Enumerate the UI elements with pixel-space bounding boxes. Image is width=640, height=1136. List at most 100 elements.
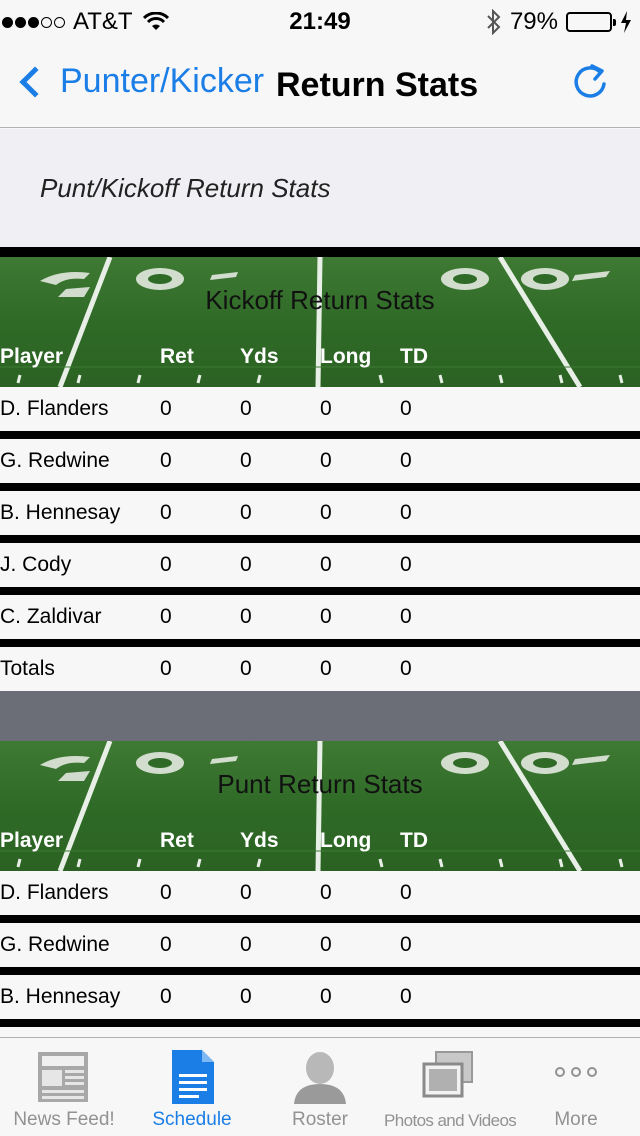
- table-title: Kickoff Return Stats: [205, 285, 435, 315]
- ret-value: 0: [160, 449, 172, 472]
- document-icon: [172, 1050, 214, 1104]
- yds-value: 0: [240, 933, 252, 956]
- col-yds: Yds: [240, 829, 279, 852]
- col-yds: Yds: [240, 345, 279, 368]
- ret-value: 0: [160, 501, 172, 524]
- table-row[interactable]: D. Flanders 0 0 0 0: [0, 871, 640, 915]
- tab-label: More: [554, 1109, 598, 1130]
- back-chevron-icon: [19, 65, 51, 98]
- col-player: Player: [0, 345, 64, 368]
- tab-more[interactable]: More: [512, 1038, 640, 1136]
- punt-rows: D. Flanders 0 0 0 0 G. Redwine 0 0 0 0 B. Hennesay…: [0, 871, 640, 1037]
- yds-value: 0: [240, 397, 252, 420]
- section-header: Punt/Kickoff Return Stats: [40, 173, 331, 203]
- long-value: 0: [320, 657, 332, 680]
- col-ret: Ret: [160, 345, 194, 368]
- player-name: C. Zaldivar: [0, 605, 102, 628]
- ret-value: 0: [160, 605, 172, 628]
- long-value: 0: [320, 501, 332, 524]
- long-value: 0: [320, 985, 332, 1008]
- page-title: Return Stats: [276, 66, 479, 104]
- punt-table: Punt Return Stats Player Ret Yds Long TD…: [0, 741, 640, 1037]
- td-value: 0: [400, 881, 412, 904]
- td-value: 0: [400, 501, 412, 524]
- ret-value: 0: [160, 657, 172, 680]
- yds-value: 0: [240, 881, 252, 904]
- td-value: 0: [400, 933, 412, 956]
- ret-value: 0: [160, 553, 172, 576]
- ret-value: 0: [160, 397, 172, 420]
- col-long: Long: [320, 829, 372, 852]
- tab-news-feed[interactable]: News Feed!: [0, 1038, 128, 1136]
- td-value: 0: [400, 605, 412, 628]
- td-value: 0: [400, 449, 412, 472]
- status-bar: AT&T 21:49 79%: [0, 0, 640, 40]
- ret-value: 0: [160, 985, 172, 1008]
- ret-value: 0: [160, 933, 172, 956]
- col-long: Long: [320, 345, 372, 368]
- yds-value: 0: [240, 449, 252, 472]
- tab-schedule[interactable]: Schedule: [128, 1038, 256, 1136]
- refresh-icon[interactable]: [570, 62, 610, 102]
- table-row[interactable]: D. Flanders 0 0 0 0: [0, 387, 640, 431]
- long-value: 0: [320, 449, 332, 472]
- player-name: B. Hennesay: [0, 501, 121, 524]
- back-label: Punter/Kicker: [60, 62, 265, 100]
- battery-icon: [566, 12, 616, 32]
- battery-percent: 79%: [509, 8, 558, 35]
- td-value: 0: [400, 553, 412, 576]
- person-icon: [294, 1052, 346, 1104]
- table-row[interactable]: J. Cody0000: [0, 1027, 640, 1037]
- table-row[interactable]: B. Hennesay 0 0 0 0: [0, 975, 640, 1019]
- player-name: B. Hennesay: [0, 985, 121, 1008]
- navigation-bar: Punter/Kicker Return Stats: [0, 40, 640, 128]
- content-scroll[interactable]: Punt/Kickoff Return Stats Kickoff Return…: [0, 129, 640, 1037]
- table-row[interactable]: J. Cody 0 0 0 0: [0, 543, 640, 587]
- photos-icon: [422, 1051, 473, 1098]
- column-headers: Player Ret Yds Long TD: [0, 829, 640, 859]
- kickoff-rows: D. Flanders 0 0 0 0 G. Redwine 0 0 0 0 B. Hennesay…: [0, 387, 640, 691]
- tab-label: Roster: [292, 1109, 348, 1130]
- table-row[interactable]: Totals 0 0 0 0: [0, 647, 640, 691]
- player-name: G. Redwine: [0, 449, 110, 472]
- status-right: 79%: [486, 8, 632, 36]
- tab-photos-videos[interactable]: Photos and Videos: [384, 1038, 517, 1136]
- player-name: Totals: [0, 657, 55, 680]
- field-header: Kickoff Return Stats Player Ret Yds Long…: [0, 257, 640, 387]
- tab-label: Schedule: [152, 1109, 232, 1130]
- table-top-border: [0, 247, 640, 257]
- tab-bar: News Feed! Schedule Roster Photos and Vi…: [0, 1037, 640, 1136]
- long-value: 0: [320, 881, 332, 904]
- table-row[interactable]: B. Hennesay 0 0 0 0: [0, 491, 640, 535]
- long-value: 0: [320, 933, 332, 956]
- tab-label: News Feed!: [13, 1109, 115, 1130]
- table-row[interactable]: C. Zaldivar 0 0 0 0: [0, 595, 640, 639]
- player-name: G. Redwine: [0, 933, 110, 956]
- table-row[interactable]: G. Redwine 0 0 0 0: [0, 923, 640, 967]
- yds-value: 0: [240, 985, 252, 1008]
- charging-icon: [621, 11, 631, 33]
- td-value: 0: [400, 657, 412, 680]
- col-td: TD: [400, 345, 428, 368]
- long-value: 0: [320, 553, 332, 576]
- td-value: 0: [400, 985, 412, 1008]
- table-title: Punt Return Stats: [217, 769, 423, 799]
- tab-roster[interactable]: Roster: [256, 1038, 384, 1136]
- player-name: D. Flanders: [0, 881, 109, 904]
- yds-value: 0: [240, 605, 252, 628]
- field-header: Punt Return Stats Player Ret Yds Long TD: [0, 741, 640, 871]
- col-player: Player: [0, 829, 64, 852]
- kickoff-table: Kickoff Return Stats Player Ret Yds Long…: [0, 247, 640, 691]
- player-name: J. Cody: [0, 553, 72, 576]
- yds-value: 0: [240, 501, 252, 524]
- long-value: 0: [320, 397, 332, 420]
- td-value: 0: [400, 397, 412, 420]
- table-row[interactable]: G. Redwine 0 0 0 0: [0, 439, 640, 483]
- yds-value: 0: [240, 553, 252, 576]
- column-headers: Player Ret Yds Long TD: [0, 345, 640, 375]
- long-value: 0: [320, 605, 332, 628]
- table-separator: [0, 691, 640, 741]
- back-button[interactable]: Punter/Kicker: [14, 62, 264, 101]
- more-dots-icon: [555, 1067, 597, 1077]
- ret-value: 0: [160, 881, 172, 904]
